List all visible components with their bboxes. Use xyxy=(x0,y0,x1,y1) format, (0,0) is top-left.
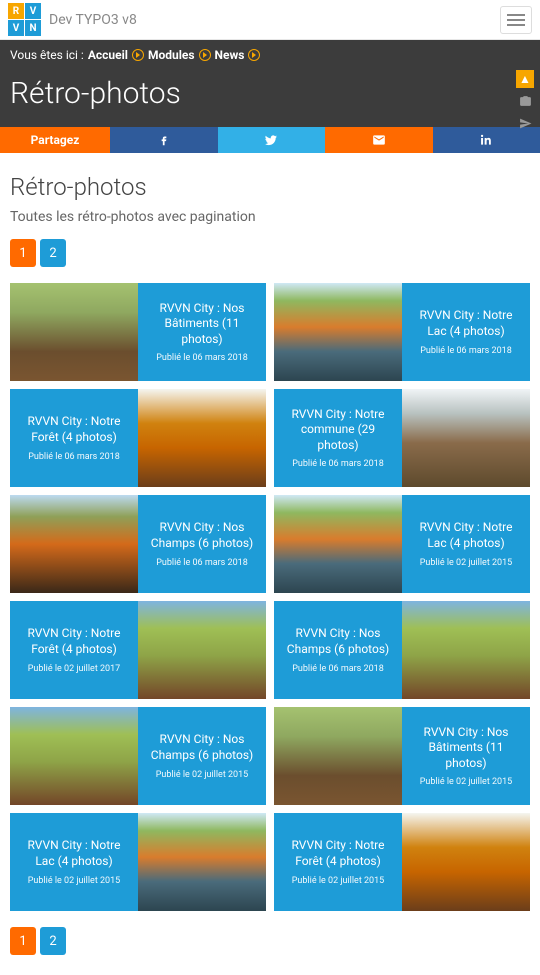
photo-card[interactable]: RVVN City : Notre commune (29 photos) Pub… xyxy=(274,389,530,487)
photo-title: RVVN City : Notre Forêt (4 photos) xyxy=(18,414,130,445)
photo-date: Publié le 06 mars 2018 xyxy=(28,452,120,462)
chevron-right-icon xyxy=(199,49,211,61)
photo-title: RVVN City : Notre Lac (4 photos) xyxy=(18,838,130,869)
photo-info: RVVN City : Nos Champs (6 photos) Publié … xyxy=(138,495,266,593)
logo[interactable]: R V V N xyxy=(8,3,41,36)
photo-thumbnail xyxy=(10,283,138,381)
share-facebook-button[interactable] xyxy=(110,127,218,153)
photo-date: Publié le 02 juillet 2017 xyxy=(28,664,120,674)
photo-date: Publié le 06 mars 2018 xyxy=(292,664,384,674)
page-2-button[interactable]: 2 xyxy=(40,927,66,955)
scroll-top-icon[interactable]: ▲ xyxy=(516,70,534,88)
share-label: Partagez xyxy=(0,127,110,153)
photo-title: RVVN City : Nos Champs (6 photos) xyxy=(146,732,258,763)
photo-info: RVVN City : Nos Champs (6 photos) Publié … xyxy=(274,601,402,699)
photo-thumbnail xyxy=(138,601,266,699)
photo-title: RVVN City : Nos Champs (6 photos) xyxy=(146,520,258,551)
page-title: Rétro-photos xyxy=(0,70,540,127)
photo-info: RVVN City : Notre Forêt (4 photos) Publié… xyxy=(10,389,138,487)
photo-title: RVVN City : Notre Lac (4 photos) xyxy=(410,308,522,339)
photo-info: RVVN City : Notre Lac (4 photos) Publié l… xyxy=(10,813,138,911)
photo-thumbnail xyxy=(274,495,402,593)
breadcrumb-link-news[interactable]: News xyxy=(215,48,245,62)
page-2-button[interactable]: 2 xyxy=(40,239,66,267)
photo-thumbnail xyxy=(402,813,530,911)
header: Vous êtes ici : Accueil Modules News Rét… xyxy=(0,40,540,127)
breadcrumb-prefix: Vous êtes ici : xyxy=(10,48,84,62)
logo-tile-v1: V xyxy=(25,3,41,19)
share-email-button[interactable] xyxy=(325,127,433,153)
photo-thumbnail xyxy=(10,707,138,805)
photo-thumbnail xyxy=(402,601,530,699)
photo-date: Publié le 06 mars 2018 xyxy=(156,353,248,363)
photo-card[interactable]: RVVN City : Notre Lac (4 photos) Publié l… xyxy=(10,813,266,911)
share-bar: Partagez xyxy=(0,127,540,153)
photo-info: RVVN City : Notre commune (29 photos) Pub… xyxy=(274,389,402,487)
photo-date: Publié le 02 juillet 2015 xyxy=(156,770,248,780)
photo-date: Publié le 06 mars 2018 xyxy=(420,346,512,356)
utility-icons: ▲ xyxy=(516,70,534,132)
logo-tile-r: R xyxy=(8,3,24,19)
photo-date: Publié le 02 juillet 2015 xyxy=(420,777,512,787)
photo-title: RVVN City : Nos Bâtiments (11 photos) xyxy=(410,725,522,772)
photo-info: RVVN City : Nos Bâtiments (11 photos) Pub… xyxy=(402,707,530,805)
photo-info: RVVN City : Notre Forêt (4 photos) Publié… xyxy=(10,601,138,699)
brand-text: Dev TYPO3 v8 xyxy=(49,12,137,28)
photo-date: Publié le 02 juillet 2015 xyxy=(292,876,384,886)
photo-date: Publié le 02 juillet 2015 xyxy=(420,558,512,568)
content-title: Rétro-photos xyxy=(10,173,530,201)
photo-card[interactable]: RVVN City : Notre Lac (4 photos) Publié l… xyxy=(274,495,530,593)
photo-card[interactable]: RVVN City : Notre Forêt (4 photos) Publié… xyxy=(10,601,266,699)
navbar: R V V N Dev TYPO3 v8 xyxy=(0,0,540,40)
photo-date: Publié le 02 juillet 2015 xyxy=(28,876,120,886)
pagination-bottom: 1 2 xyxy=(10,927,530,955)
breadcrumb: Vous êtes ici : Accueil Modules News xyxy=(0,40,540,70)
photo-card[interactable]: RVVN City : Notre Lac (4 photos) Publié l… xyxy=(274,283,530,381)
camera-icon[interactable] xyxy=(516,92,534,110)
photo-card[interactable]: RVVN City : Notre Forêt (4 photos) Publié… xyxy=(10,389,266,487)
photo-card[interactable]: RVVN City : Nos Bâtiments (11 photos) Pub… xyxy=(10,283,266,381)
photo-card[interactable]: RVVN City : Nos Champs (6 photos) Publié … xyxy=(10,707,266,805)
send-icon[interactable] xyxy=(516,114,534,132)
photo-thumbnail xyxy=(10,495,138,593)
breadcrumb-link-modules[interactable]: Modules xyxy=(148,48,195,62)
menu-toggle-button[interactable] xyxy=(500,6,532,34)
photo-title: RVVN City : Nos Bâtiments (11 photos) xyxy=(146,301,258,348)
content: Rétro-photos Toutes les rétro-photos ave… xyxy=(0,153,540,975)
logo-tile-v2: V xyxy=(8,20,24,36)
photo-info: RVVN City : Nos Bâtiments (11 photos) Pub… xyxy=(138,283,266,381)
photo-thumbnail xyxy=(274,283,402,381)
photo-title: RVVN City : Notre commune (29 photos) xyxy=(282,407,394,454)
photo-title: RVVN City : Notre Forêt (4 photos) xyxy=(18,626,130,657)
logo-tile-n: N xyxy=(25,20,41,36)
breadcrumb-link-accueil[interactable]: Accueil xyxy=(88,48,128,62)
photo-title: RVVN City : Notre Forêt (4 photos) xyxy=(282,838,394,869)
photo-thumbnail xyxy=(138,813,266,911)
photo-date: Publié le 06 mars 2018 xyxy=(292,459,384,469)
photo-thumbnail xyxy=(274,707,402,805)
page-1-button[interactable]: 1 xyxy=(10,239,36,267)
photo-card[interactable]: RVVN City : Nos Bâtiments (11 photos) Pub… xyxy=(274,707,530,805)
photo-grid: RVVN City : Nos Bâtiments (11 photos) Pub… xyxy=(10,283,530,911)
chevron-right-icon xyxy=(248,49,260,61)
photo-card[interactable]: RVVN City : Nos Champs (6 photos) Publié … xyxy=(10,495,266,593)
photo-info: RVVN City : Notre Lac (4 photos) Publié l… xyxy=(402,283,530,381)
photo-info: RVVN City : Notre Lac (4 photos) Publié l… xyxy=(402,495,530,593)
photo-title: RVVN City : Nos Champs (6 photos) xyxy=(282,626,394,657)
photo-title: RVVN City : Notre Lac (4 photos) xyxy=(410,520,522,551)
photo-info: RVVN City : Nos Champs (6 photos) Publié … xyxy=(138,707,266,805)
page-1-button[interactable]: 1 xyxy=(10,927,36,955)
content-subtitle: Toutes les rétro-photos avec pagination xyxy=(10,209,530,225)
photo-date: Publié le 06 mars 2018 xyxy=(156,558,248,568)
photo-thumbnail xyxy=(138,389,266,487)
share-twitter-button[interactable] xyxy=(218,127,326,153)
pagination-top: 1 2 xyxy=(10,239,530,267)
photo-card[interactable]: RVVN City : Nos Champs (6 photos) Publié … xyxy=(274,601,530,699)
photo-info: RVVN City : Notre Forêt (4 photos) Publié… xyxy=(274,813,402,911)
chevron-right-icon xyxy=(132,49,144,61)
photo-thumbnail xyxy=(402,389,530,487)
photo-card[interactable]: RVVN City : Notre Forêt (4 photos) Publié… xyxy=(274,813,530,911)
